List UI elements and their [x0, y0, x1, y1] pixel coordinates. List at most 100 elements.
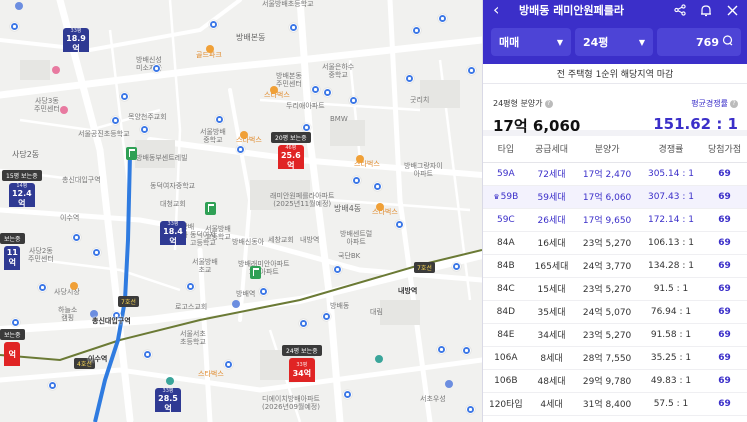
bus-stop-icon[interactable]: [352, 176, 361, 185]
bus-stop-icon[interactable]: [140, 125, 149, 134]
bank-poi-icon[interactable]: [375, 355, 383, 363]
bus-stop-icon[interactable]: [224, 360, 233, 369]
building-poi-icon[interactable]: [15, 2, 23, 10]
bus-stop-icon[interactable]: [373, 182, 382, 191]
cell-units: 16세대: [528, 231, 575, 255]
bus-stop-icon[interactable]: [343, 390, 352, 399]
bus-stop-icon[interactable]: [322, 312, 331, 321]
bus-stop-icon[interactable]: [186, 282, 195, 291]
table-row[interactable]: 84E 34세대 23억 5,270 91.58 : 1 69: [483, 323, 747, 347]
table-row[interactable]: 59C 26세대 17억 9,650 172.14 : 1 69: [483, 208, 747, 232]
cell-rate: 91.5 : 1: [639, 277, 703, 301]
table-row[interactable]: 84C 15세대 23억 5,270 91.5 : 1 69: [483, 277, 747, 301]
price-pin-selected[interactable]: 20평 보는중 46평 25.6억: [271, 125, 311, 170]
back-arrow-icon[interactable]: ‹: [493, 1, 509, 19]
help-icon[interactable]: ?: [730, 100, 738, 108]
school-flag-icon[interactable]: [250, 266, 261, 279]
bus-stop-icon[interactable]: [38, 283, 47, 292]
subway-station-name[interactable]: 내방역: [398, 286, 417, 296]
bus-stop-icon[interactable]: [311, 85, 320, 94]
map-label-bangbae4: 방배4동: [334, 204, 362, 213]
cell-type: 120타입: [483, 392, 529, 416]
bus-stop-icon[interactable]: [92, 248, 101, 257]
cafe-poi-icon[interactable]: [206, 45, 214, 53]
subway-station-badge[interactable]: 7호선: [118, 296, 139, 307]
bus-stop-icon[interactable]: [72, 233, 81, 242]
school-flag-icon[interactable]: [126, 147, 137, 160]
bus-stop-icon[interactable]: [111, 116, 120, 125]
size-value: 24평: [583, 36, 609, 49]
table-row[interactable]: 84A 16세대 23억 5,270 106.13 : 1 69: [483, 231, 747, 255]
bus-stop-icon[interactable]: [412, 26, 421, 35]
cell-price-text: 23억 5,270: [582, 239, 632, 249]
bus-stop-icon[interactable]: [120, 92, 129, 101]
cell-rate: 35.25 : 1: [639, 346, 703, 370]
price-pin[interactable]: 33평 28.5억: [155, 388, 181, 413]
table-row[interactable]: 84B 165세대 24억 3,770 134.28 : 1 69: [483, 254, 747, 278]
map-label-bangbae-bondong-center: 방배본동 주민센터: [276, 72, 302, 89]
deal-type-dropdown[interactable]: 매매 ▼: [491, 28, 571, 56]
bus-stop-icon[interactable]: [467, 66, 476, 75]
price-pin[interactable]: 15평 보는중 14평 12.4억: [2, 163, 42, 208]
hospital-poi-icon[interactable]: [52, 66, 60, 74]
bell-icon[interactable]: [699, 3, 713, 17]
price-pin[interactable]: 33평 18.4억: [160, 221, 186, 246]
table-row[interactable]: 106A 8세대 28억 7,550 35.25 : 1 69: [483, 346, 747, 370]
table-row[interactable]: ♛59B 59세대 17억 6,060 307.43 : 1 69: [483, 185, 747, 209]
subway-station-name[interactable]: 이수역: [88, 354, 107, 364]
hospital-poi-icon[interactable]: [60, 106, 68, 114]
table-row[interactable]: 84D 35세대 24억 5,070 76.94 : 1 69: [483, 300, 747, 324]
bus-stop-icon[interactable]: [323, 88, 332, 97]
price-pin[interactable]: 보는중 11억: [0, 226, 25, 270]
cell-score-text: 69: [718, 237, 731, 248]
subway-station-badge[interactable]: 7호선: [414, 262, 435, 273]
cafe-poi-icon[interactable]: [70, 282, 78, 290]
map-view[interactable]: 서울방배초등학교 방배본동 방배본동 주민센터 서울공진초등학교 목양천주교회 …: [0, 0, 482, 422]
bus-stop-icon[interactable]: [289, 23, 298, 32]
building-poi-icon[interactable]: [445, 380, 453, 388]
bus-stop-icon[interactable]: [236, 145, 245, 154]
price-pin[interactable]: 24평 보는중 33평 34억: [282, 338, 322, 382]
school-flag-icon[interactable]: [205, 202, 216, 215]
bus-stop-icon[interactable]: [452, 262, 461, 271]
share-icon[interactable]: [673, 3, 687, 17]
bus-stop-icon[interactable]: [466, 405, 475, 414]
bus-stop-icon[interactable]: [437, 345, 446, 354]
bus-stop-icon[interactable]: [10, 22, 19, 31]
cafe-poi-icon[interactable]: [376, 203, 384, 211]
map-label-logos: 로고스교회: [175, 303, 208, 311]
map-label-kukdan-bk: 국단BK: [338, 252, 361, 260]
cell-type: 59A: [483, 162, 529, 186]
bank-poi-icon[interactable]: [166, 377, 174, 385]
bus-stop-icon[interactable]: [349, 96, 358, 105]
cafe-poi-icon[interactable]: [356, 155, 364, 163]
bus-stop-icon[interactable]: [333, 265, 342, 274]
bus-stop-icon[interactable]: [209, 20, 218, 29]
price-pin[interactable]: 33평 18.9억: [63, 28, 89, 53]
table-row[interactable]: 106B 48세대 29억 9,780 49.83 : 1 69: [483, 369, 747, 393]
map-label-bangbae-prugio: 방배그랑자이 아파트: [404, 162, 443, 179]
size-dropdown[interactable]: 24평 ▼: [575, 28, 653, 56]
subway-station-name[interactable]: 총신대입구역: [92, 316, 131, 326]
bus-stop-icon[interactable]: [462, 346, 471, 355]
bus-stop-icon[interactable]: [405, 74, 414, 83]
building-poi-icon[interactable]: [232, 300, 240, 308]
price-pin[interactable]: 보는중 억: [0, 322, 25, 366]
help-icon[interactable]: ?: [544, 100, 553, 108]
cafe-poi-icon[interactable]: [240, 131, 248, 139]
bus-stop-icon[interactable]: [215, 115, 224, 124]
bus-stop-icon[interactable]: [48, 381, 57, 390]
bus-stop-icon[interactable]: [143, 350, 152, 359]
close-icon[interactable]: [725, 3, 739, 17]
price-label-wrap: 24평형 분양가?: [493, 98, 553, 109]
bus-stop-icon[interactable]: [299, 319, 308, 328]
bus-stop-icon[interactable]: [395, 220, 404, 229]
cafe-poi-icon[interactable]: [270, 86, 278, 94]
bus-stop-icon[interactable]: [259, 287, 268, 296]
bus-stop-icon[interactable]: [152, 64, 161, 73]
table-row[interactable]: 59A 72세대 17억 2,470 305.14 : 1 69: [483, 162, 747, 186]
bus-stop-icon[interactable]: [438, 14, 447, 23]
map-label-seoul-bangbae-ms: 서울방배 중학교: [200, 128, 226, 145]
comments-button[interactable]: 769: [657, 28, 741, 56]
table-row[interactable]: 120타입 4세대 31억 8,400 57.5 : 1 69: [483, 392, 747, 416]
